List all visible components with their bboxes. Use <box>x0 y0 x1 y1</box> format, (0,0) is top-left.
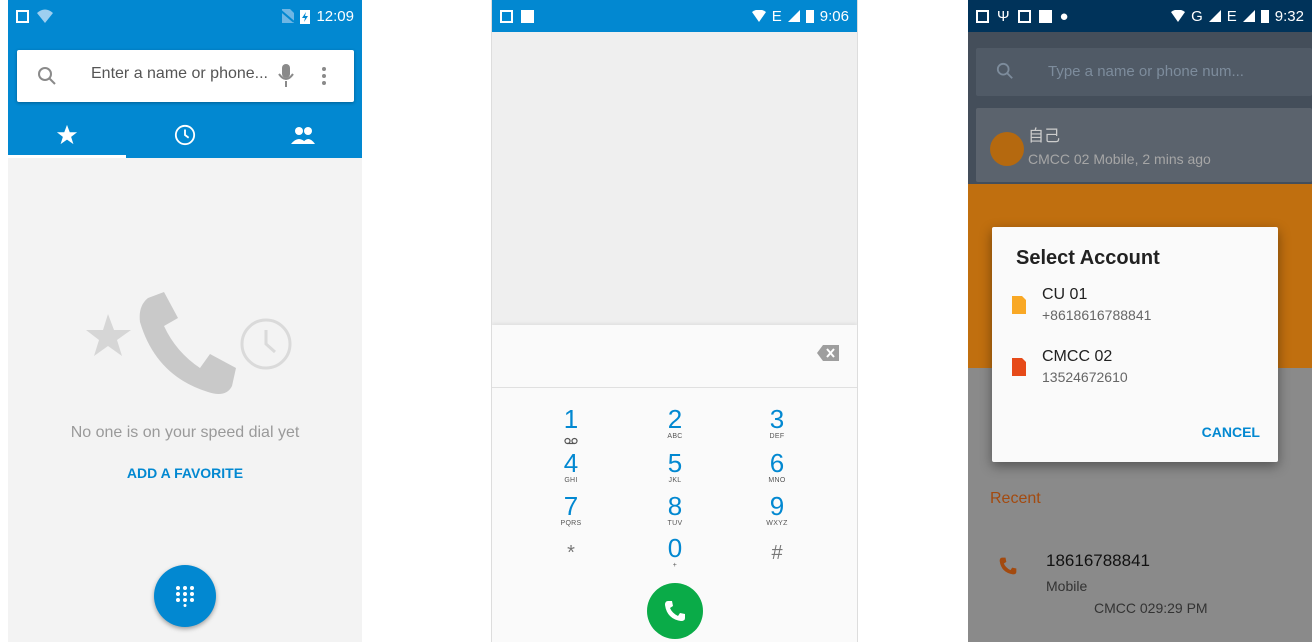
tab-recents[interactable] <box>126 112 244 158</box>
key-5[interactable]: 5 JKL <box>635 450 715 485</box>
phone-icon <box>999 557 1017 575</box>
account-name: CU 01 <box>1042 286 1088 303</box>
dialed-digits-field[interactable] <box>492 325 857 388</box>
tab-bar <box>8 112 362 158</box>
battery-notification-icon <box>1017 9 1031 23</box>
key-6[interactable]: 6 MNO <box>737 450 817 485</box>
wifi-icon <box>37 9 53 23</box>
phone-dialpad-screen: E 9:06 1 2 ABC 3 DEF 4 GHI 5 JKL 6 MNO 7 PQRS … <box>491 0 858 642</box>
account-option-cu01[interactable]: CU 01 +8618616788841 <box>992 282 1278 328</box>
app-bar: 12:09 <box>8 0 362 158</box>
recent-detail: CMCC 029:29 PM <box>1094 600 1208 616</box>
network-type-2: E <box>1226 7 1237 25</box>
dialpad-icon <box>176 586 194 607</box>
sim-card-icon <box>1012 358 1026 376</box>
status-bar: E 9:06 <box>492 0 857 32</box>
status-time: 9:32 <box>1274 7 1304 25</box>
gallery-notification-icon <box>976 9 989 23</box>
add-favorite-link[interactable]: ADD A FAVORITE <box>8 465 362 481</box>
overflow-menu-icon[interactable] <box>321 66 327 86</box>
key-8[interactable]: 8 TUV <box>635 493 715 528</box>
search-input[interactable] <box>89 64 273 84</box>
clock-icon <box>174 124 196 146</box>
dialpad-fab-button[interactable] <box>154 565 216 627</box>
recent-type: Mobile <box>1046 578 1088 594</box>
cancel-button[interactable]: CANCEL <box>1202 424 1260 440</box>
key-7[interactable]: 7 PQRS <box>531 493 611 528</box>
select-account-dialog: Select Account CU 01 +8618616788841 CMCC… <box>992 227 1278 462</box>
android-debug-icon: ● <box>1059 7 1069 25</box>
star-icon <box>56 124 78 145</box>
usb-icon: Ψ <box>997 7 1010 25</box>
dimmed-search-bar: Type a name or phone num... <box>976 48 1312 96</box>
key-4[interactable]: 4 GHI <box>531 450 611 485</box>
avatar <box>990 132 1024 166</box>
status-bar: 12:09 <box>8 0 362 32</box>
network-type: G <box>1191 7 1203 25</box>
gallery-notification-icon <box>500 9 513 23</box>
account-number: 13524672610 <box>1042 369 1128 385</box>
dimmed-contact-card: 自己 CMCC 02 Mobile, 2 mins ago <box>976 108 1312 182</box>
search-placeholder: Type a name or phone num... <box>1048 63 1244 80</box>
key-3[interactable]: 3 DEF <box>737 406 817 441</box>
search-icon <box>38 67 56 85</box>
phone-icon <box>665 601 685 621</box>
contact-name: 自己 <box>1028 128 1061 145</box>
call-button[interactable] <box>647 583 703 639</box>
empty-state-message: No one is on your speed dial yet <box>70 424 300 441</box>
account-option-cmcc02[interactable]: CMCC 02 13524672610 <box>992 344 1278 390</box>
backspace-icon[interactable] <box>817 345 839 361</box>
sim-card-icon <box>1012 296 1026 314</box>
tab-speed-dial[interactable] <box>8 112 126 158</box>
recent-section-label: Recent <box>990 490 1041 507</box>
key-1[interactable]: 1 <box>531 406 611 450</box>
voicemail-icon <box>564 437 578 445</box>
key-9[interactable]: 9 WXYZ <box>737 493 817 528</box>
phone-speed-dial-screen: 12:09 Enter a name or phone... No one is… <box>8 0 362 642</box>
signal-icon-2 <box>1242 10 1255 22</box>
wifi-icon <box>1171 10 1186 22</box>
signal-icon <box>787 10 800 22</box>
status-time: 12:09 <box>316 7 354 25</box>
search-icon <box>996 62 1013 79</box>
search-bar[interactable] <box>17 50 354 102</box>
key-star[interactable]: * <box>531 540 611 566</box>
gallery-notification-icon <box>16 9 29 23</box>
signal-icon <box>1208 10 1221 22</box>
contact-sub: CMCC 02 Mobile, 2 mins ago <box>1028 151 1211 167</box>
people-icon <box>291 127 315 144</box>
tab-contacts[interactable] <box>244 112 362 158</box>
sim-notification-icon <box>1038 9 1052 23</box>
no-sim-icon <box>280 9 295 23</box>
key-2[interactable]: 2 ABC <box>635 406 715 441</box>
wifi-icon <box>751 10 766 22</box>
battery-icon <box>1260 10 1269 23</box>
dialog-title: Select Account <box>1016 247 1160 269</box>
battery-icon <box>805 10 814 23</box>
account-number: +8618616788841 <box>1042 307 1152 323</box>
key-0[interactable]: 0 + <box>635 535 715 570</box>
battery-charging-icon <box>300 9 311 24</box>
empty-speed-dial-illustration <box>86 292 292 394</box>
recent-number: 18616788841 <box>1046 551 1151 570</box>
account-name: CMCC 02 <box>1042 348 1113 365</box>
key-hash[interactable]: # <box>737 540 817 566</box>
network-type: E <box>771 7 782 25</box>
status-bar: Ψ ● G E 9:32 <box>968 0 1312 32</box>
microphone-icon[interactable] <box>278 64 294 88</box>
phone-select-account-screen: Ψ ● G E 9:32 Type a name or phone num...… <box>968 0 1312 642</box>
status-time: 9:06 <box>819 7 849 25</box>
sim-notification-icon <box>521 9 534 23</box>
